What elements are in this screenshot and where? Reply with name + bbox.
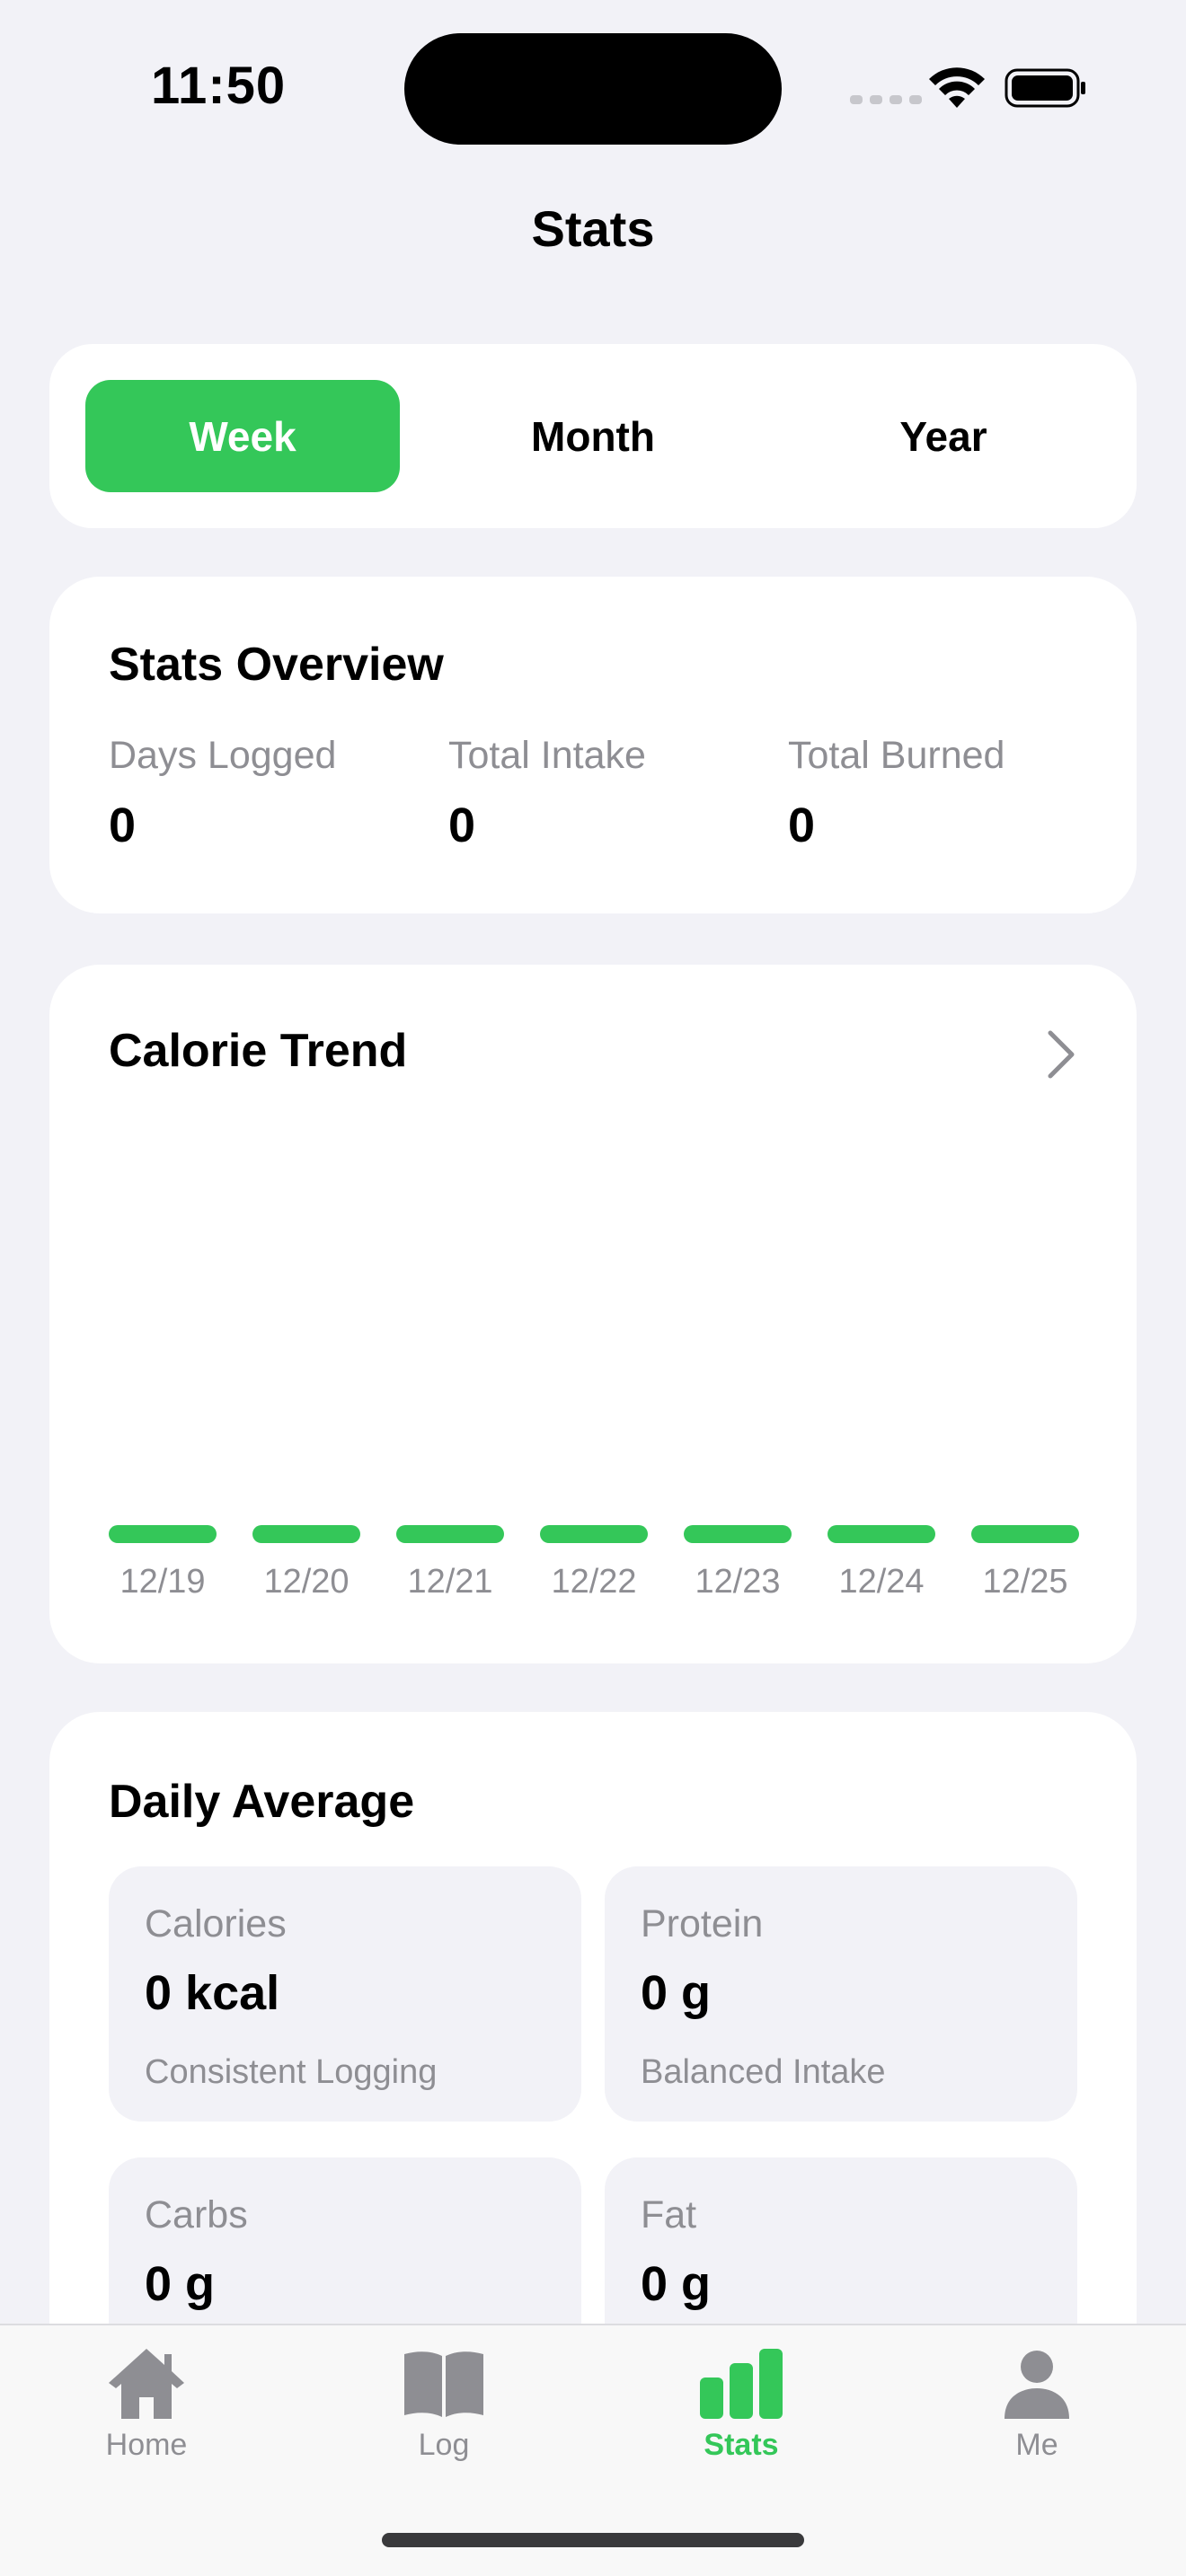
tab-stats[interactable]: Stats [651,2343,831,2463]
tile-value: 0 g [641,2257,712,2311]
trend-bar-slot: 12/19 [109,1525,217,1601]
trend-date-label: 12/22 [551,1563,637,1601]
tab-label: Log [418,2428,470,2462]
tab-log[interactable]: Log [354,2343,534,2463]
status-time: 11:50 [151,57,287,115]
metric-value: 0 [788,798,816,852]
trend-bar [971,1525,1079,1543]
trend-date-label: 12/25 [982,1563,1068,1601]
average-tile-protein: Protein 0 g Balanced Intake [605,1866,1077,2122]
person-icon [1005,2351,1069,2419]
tab-label: Stats [704,2428,779,2462]
trend-bar [396,1525,504,1543]
trend-bar-slot: 12/21 [396,1525,504,1601]
tile-subtitle: Balanced Intake [641,2053,886,2091]
metric-total-burned: Total Burned 0 [788,734,1005,853]
tile-value: 0 kcal [145,1966,280,2020]
metric-label: Total Intake [448,734,646,777]
metric-label: Days Logged [109,734,337,777]
tab-label: Home [105,2428,188,2462]
chevron-right-icon[interactable] [1045,1028,1077,1081]
trend-bar [109,1525,217,1543]
tile-label: Fat [641,2193,697,2236]
trend-bar [684,1525,792,1543]
period-segmented-control: Week Month Year [49,344,1137,528]
calorie-trend-title: Calorie Trend [109,1025,408,1077]
house-icon [109,2349,184,2419]
stats-overview-card: Stats Overview Days Logged 0 Total Intak… [49,577,1137,913]
tile-label: Protein [641,1902,764,1945]
tab-me[interactable]: Me [947,2343,1127,2463]
bar-chart-icon [700,2349,783,2419]
metric-value: 0 [109,798,137,852]
page-title: Stats [531,200,655,257]
trend-date-label: 12/21 [407,1563,493,1601]
trend-date-label: 12/24 [838,1563,925,1601]
tab-week[interactable]: Week [85,380,400,492]
trend-date-label: 12/19 [119,1563,206,1601]
metric-label: Total Burned [788,734,1005,777]
book-icon [404,2351,483,2417]
trend-bar-slot: 12/20 [252,1525,360,1601]
tile-label: Carbs [145,2193,248,2236]
trend-bar-slot: 12/23 [684,1525,792,1601]
trend-bar [252,1525,360,1543]
metric-days-logged: Days Logged 0 [109,734,336,853]
average-tile-calories: Calories 0 kcal Consistent Logging [109,1866,581,2122]
tab-label: Me [1015,2428,1058,2462]
status-bar: 11:50 [0,0,1186,180]
trend-date-label: 12/20 [263,1563,350,1601]
tile-subtitle: Consistent Logging [145,2053,438,2091]
tile-value: 0 g [641,1966,712,2020]
stats-overview-title: Stats Overview [109,639,444,691]
battery-icon [1005,68,1085,108]
cellular-signal-icon [850,95,922,104]
tab-home[interactable]: Home [57,2343,236,2463]
calorie-trend-card[interactable]: Calorie Trend 12/19 12/20 12/21 12/22 12/23 1… [49,965,1137,1663]
dynamic-island [404,33,782,145]
tile-value: 0 g [145,2257,216,2311]
trend-bar-slot: 12/22 [540,1525,648,1601]
tab-year[interactable]: Year [786,380,1101,492]
trend-bar [540,1525,648,1543]
wifi-icon [929,67,985,108]
metric-total-intake: Total Intake 0 [448,734,646,853]
home-indicator[interactable] [382,2533,804,2547]
trend-bar-slot: 12/24 [828,1525,935,1601]
tab-month[interactable]: Month [436,380,750,492]
metric-value: 0 [448,798,476,852]
trend-bar [828,1525,935,1543]
daily-average-title: Daily Average [109,1776,415,1828]
trend-bar-slot: 12/25 [971,1525,1079,1601]
tile-label: Calories [145,1902,287,1945]
trend-date-label: 12/23 [695,1563,781,1601]
